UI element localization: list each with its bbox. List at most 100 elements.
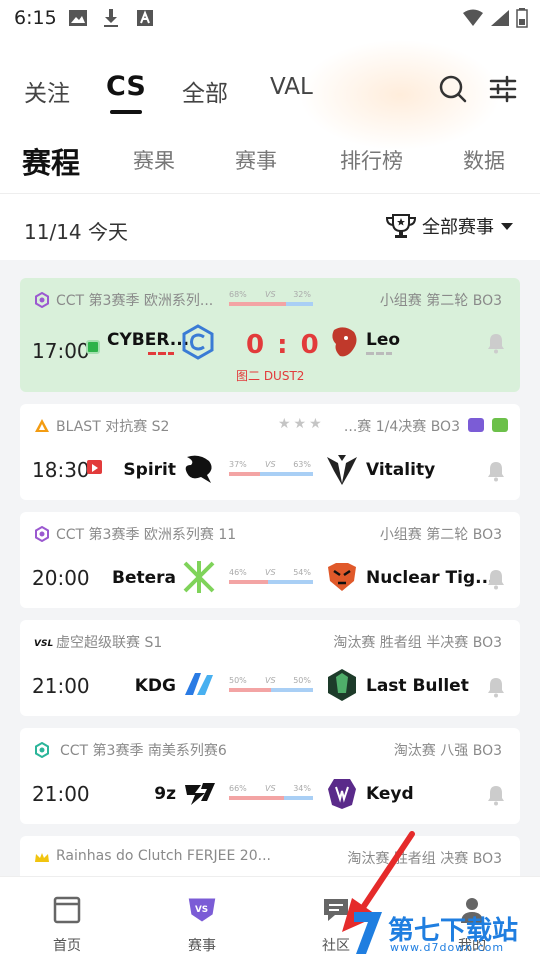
team2-name: Vitality: [366, 460, 436, 480]
bell-icon[interactable]: [486, 784, 506, 806]
match-time: 17:00: [32, 339, 90, 363]
betera-logo: [183, 561, 215, 593]
trophy-icon: [385, 214, 417, 238]
match-stage: 小组赛 第二轮 BO3: [379, 527, 502, 543]
match-card[interactable]: BLAST 对抗赛 S2 ★★★ ...赛 1/4决赛 BO3 18:30 Sp…: [20, 404, 520, 500]
battery-icon: [516, 8, 528, 28]
team2-bar: [284, 796, 313, 800]
match-card[interactable]: CCT 第3赛季 欧洲系列... 68% VS 32% 小组赛 第二轮 BO3 …: [20, 278, 520, 392]
win-probability-bar: 50% VS 50%: [229, 676, 313, 694]
status-time: 6:15: [14, 7, 57, 29]
subtab-rankings[interactable]: 排行榜: [340, 145, 403, 175]
live-indicator-icon: [86, 340, 100, 354]
team1-win-pct: 46%: [229, 568, 247, 577]
subtab-results[interactable]: 赛果: [133, 145, 175, 175]
tournament-name: CCT 第3赛季 欧洲系列赛 11: [56, 527, 237, 543]
win-probability-bar: 37% VS 63%: [229, 460, 313, 478]
subtab-events[interactable]: 赛事: [235, 145, 277, 175]
match-card[interactable]: VSL 虚空超级联赛 S1 淘汰赛 胜者组 半决赛 BO3 21:00 KDG …: [20, 620, 520, 716]
date-header: 11/14 今天: [24, 220, 128, 244]
team2-win-pct: 54%: [293, 568, 311, 577]
subtab-data[interactable]: 数据: [463, 145, 505, 175]
match-stage: 淘汰赛 八强 BO3: [393, 743, 502, 759]
nav-label: 赛事: [188, 938, 216, 954]
keyd-logo: [328, 779, 356, 809]
rating-stars-icon: ★★★: [278, 416, 325, 432]
team2-bar: [267, 580, 313, 584]
team1-name: Spirit: [123, 460, 176, 480]
status-bar: 6:15: [0, 0, 540, 36]
nav-home[interactable]: 首页: [27, 895, 107, 955]
vs-label: VS: [265, 460, 276, 469]
team2-name: Leo: [366, 330, 401, 350]
vs-label: VS: [265, 290, 276, 299]
leo-logo: [332, 327, 357, 357]
subtab-schedule[interactable]: 赛程: [22, 140, 80, 182]
bell-icon[interactable]: [486, 332, 506, 354]
team2-bar: [286, 302, 313, 306]
team1-name: Betera: [112, 568, 176, 588]
team2-win-pct: 34%: [293, 784, 311, 793]
win-probability-bar: 68% VS 32%: [229, 290, 313, 308]
header-glow: [300, 40, 500, 150]
event-filter-dropdown[interactable]: 全部赛事: [384, 212, 514, 240]
bell-icon[interactable]: [486, 676, 506, 698]
app-notification-icon: [136, 8, 154, 28]
tab-val[interactable]: VAL: [270, 74, 313, 100]
team2-form-bar: [366, 352, 392, 355]
tournament-name: BLAST 对抗赛 S2: [56, 419, 170, 435]
tab-cs[interactable]: CS: [106, 71, 146, 114]
tabs-divider: [0, 193, 540, 194]
team1-win-pct: 37%: [229, 460, 247, 469]
stream-icon: [468, 418, 484, 432]
match-card[interactable]: CCT 第3赛季 欧洲系列赛 11 小组赛 第二轮 BO3 20:00 Bete…: [20, 512, 520, 608]
match-card[interactable]: CCT 第3赛季 南美系列赛6 淘汰赛 八强 BO3 21:00 9z 66% …: [20, 728, 520, 824]
verified-icon: [492, 418, 508, 432]
team1-bar: [229, 580, 268, 584]
signal-icon: [490, 8, 510, 28]
bell-icon[interactable]: [486, 460, 506, 482]
bell-icon[interactable]: [486, 568, 506, 590]
search-icon[interactable]: [438, 74, 468, 108]
vs-label: VS: [265, 568, 276, 577]
nav-label: 首页: [53, 938, 81, 954]
match-stage: 小组赛 第二轮 BO3: [379, 293, 502, 309]
team1-win-pct: 68%: [229, 290, 247, 299]
live-score: 0 : 0: [246, 330, 321, 360]
tab-active-underline: [110, 110, 142, 114]
team1-form-bar: [148, 352, 174, 355]
watermark-url: www.d7down.com: [390, 941, 505, 954]
team1-name: 9z: [154, 784, 176, 804]
last-bullet-logo: [328, 669, 356, 701]
crown-logo-icon: [35, 853, 49, 862]
filter-label: 全部赛事: [422, 217, 494, 238]
nuclear-tigeres-logo: [328, 563, 356, 591]
filter-settings-icon[interactable]: [488, 74, 518, 108]
team2-name: Keyd: [366, 784, 414, 804]
caret-down-icon: [501, 223, 513, 230]
cct-logo-icon: [35, 742, 49, 758]
team1-win-pct: 50%: [229, 676, 247, 685]
tab-cs-label: CS: [106, 71, 146, 102]
team2-win-pct: 63%: [293, 460, 311, 469]
cct-logo-icon: [35, 292, 49, 308]
vs-label: VS: [265, 676, 276, 685]
team2-win-pct: 50%: [293, 676, 311, 685]
tab-all[interactable]: 全部: [182, 74, 228, 108]
tournament-name: 虚空超级联赛 S1: [56, 635, 163, 651]
tournament-name: CCT 第3赛季 欧洲系列...: [56, 293, 214, 309]
spirit-logo: [185, 455, 212, 483]
vitality-logo: [327, 455, 357, 485]
match-stage: 淘汰赛 胜者组 半决赛 BO3: [333, 635, 502, 651]
wifi-icon: [462, 8, 484, 28]
team1-name: CYBER...: [107, 330, 190, 350]
nav-events[interactable]: VS 赛事: [162, 895, 242, 955]
watermark-logo-icon: [354, 912, 382, 954]
download-notification-icon: [102, 8, 120, 28]
vs-shield-icon: VS: [188, 898, 216, 922]
home-icon: [53, 896, 81, 924]
tab-follow[interactable]: 关注: [24, 74, 70, 108]
map-info: 图二 DUST2: [236, 369, 305, 383]
team1-bar: [229, 688, 271, 692]
watermark: 第七下载站 www.d7down.com: [348, 906, 538, 960]
